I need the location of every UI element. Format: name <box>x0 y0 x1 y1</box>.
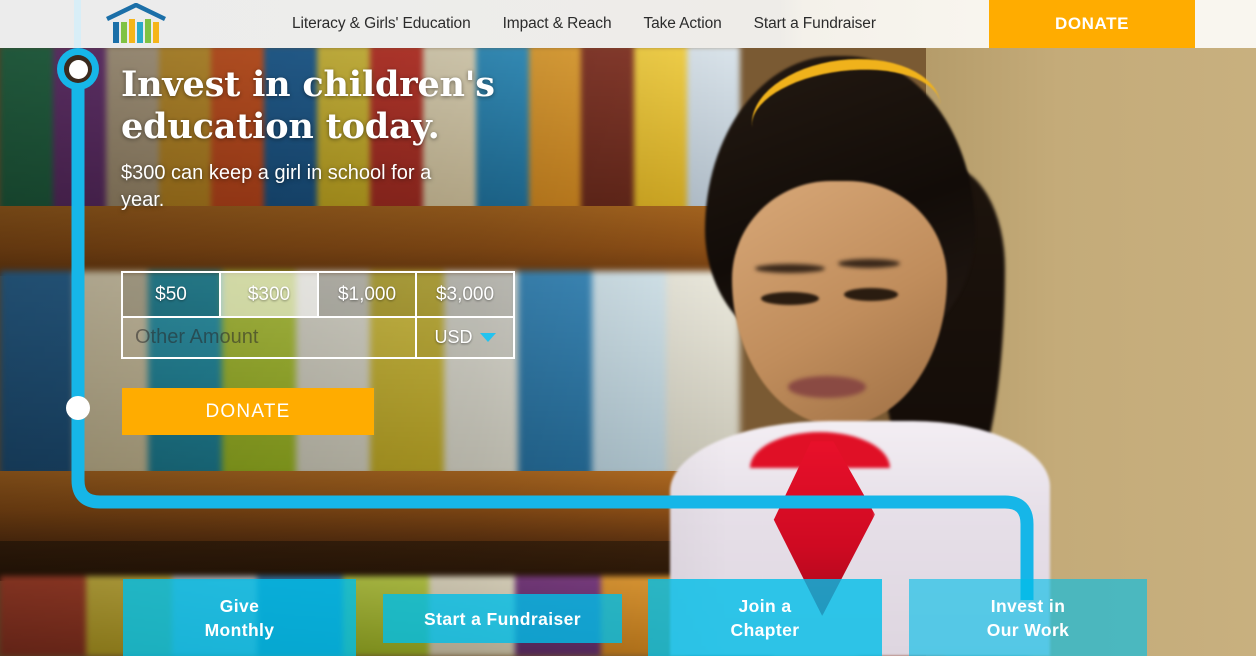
cta-start-a-fundraiser[interactable]: Start a Fundraiser <box>383 594 622 643</box>
timeline-node-mid <box>66 396 90 420</box>
nav-item-take-action[interactable]: Take Action <box>627 0 737 48</box>
amount-option-1000[interactable]: $1,000 <box>319 273 417 316</box>
nav-donate-button[interactable]: DONATE <box>989 0 1195 48</box>
donation-landing-page: Invest in children's education today. $3… <box>0 0 1256 656</box>
nav-links: Literacy & Girls' Education Impact & Rea… <box>276 0 892 48</box>
currency-label: USD <box>434 327 473 347</box>
cta-give-monthly-line2: Monthly <box>204 619 275 640</box>
nav-item-literacy-girls-education[interactable]: Literacy & Girls' Education <box>276 0 487 48</box>
donation-amount-form: $50 $300 $1,000 $3,000 USD <box>121 271 515 359</box>
amount-option-3000[interactable]: $3,000 <box>417 273 513 316</box>
currency-select[interactable]: USD <box>415 318 513 357</box>
cta-invest-in-our-work-line1: Invest in <box>990 595 1066 616</box>
nav-item-impact-reach[interactable]: Impact & Reach <box>487 0 628 48</box>
cta-invest-in-our-work-line2: Our Work <box>986 619 1070 640</box>
nav-accent-strip <box>74 0 81 48</box>
library-bookshelf-logo[interactable] <box>103 2 169 45</box>
hero-title-line1: Invest in children's <box>121 64 495 105</box>
cta-give-monthly-line1: Give <box>219 595 260 616</box>
cta-give-monthly[interactable]: Give Monthly <box>123 579 356 656</box>
amount-option-50[interactable]: $50 <box>123 273 221 316</box>
amount-option-300[interactable]: $300 <box>221 273 319 316</box>
nav-item-start-a-fundraiser[interactable]: Start a Fundraiser <box>738 0 892 48</box>
cta-invest-in-our-work[interactable]: Invest in Our Work <box>909 579 1147 656</box>
donate-submit-button[interactable]: DONATE <box>122 388 374 435</box>
amount-options-row: $50 $300 $1,000 $3,000 <box>123 273 513 316</box>
timeline-node-start <box>57 48 99 90</box>
cta-join-a-chapter-line2: Chapter <box>730 619 800 640</box>
page-title: Invest in children's education today. <box>121 64 641 148</box>
hero-subtitle: $300 can keep a girl in school for a yea… <box>121 162 432 211</box>
hero-content: Invest in children's education today. $3… <box>121 46 641 214</box>
hero-title-line2: education today. <box>121 106 440 147</box>
other-amount-row: USD <box>123 316 513 357</box>
other-amount-input[interactable] <box>123 318 415 357</box>
cta-join-a-chapter[interactable]: Join a Chapter <box>648 579 882 656</box>
top-navigation-bar: Literacy & Girls' Education Impact & Rea… <box>0 0 1256 48</box>
chevron-down-icon <box>479 333 496 342</box>
cta-join-a-chapter-line1: Join a <box>738 595 792 616</box>
